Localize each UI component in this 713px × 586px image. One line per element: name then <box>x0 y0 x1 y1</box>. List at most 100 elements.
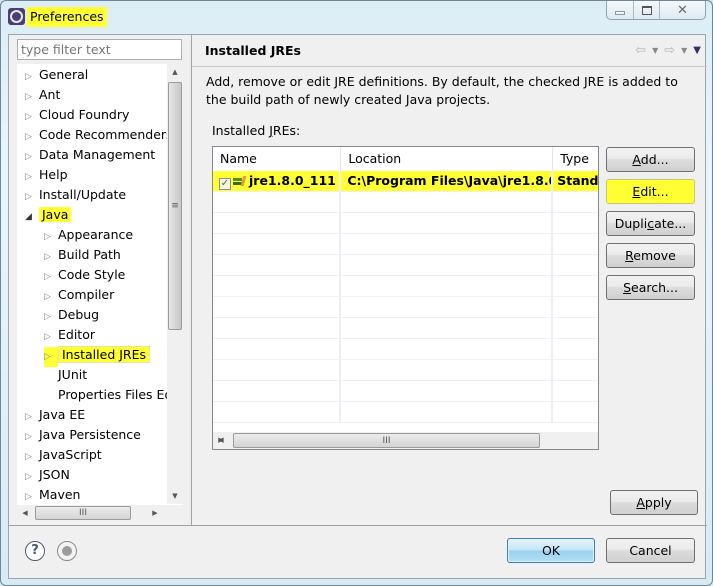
mnemonic: A <box>636 495 645 510</box>
back-dropdown-icon[interactable]: ▼ <box>652 46 658 55</box>
tree-horizontal-scrollbar[interactable]: ◀ III ▶ <box>17 505 183 522</box>
page-header: Installed JREs ⇦ ▼ ⇨ ▼ ▼ <box>192 35 707 67</box>
tree-item[interactable]: ▷ Java Persistence <box>25 425 141 445</box>
panel-divider[interactable] <box>191 35 192 525</box>
apply-button[interactable]: Apply <box>610 490 698 515</box>
edit-button[interactable]: Edit... <box>606 179 695 204</box>
ok-button[interactable]: OK <box>507 538 595 563</box>
tree-item[interactable]: ▷ Editor <box>44 325 95 345</box>
empty-cell <box>341 192 554 212</box>
forward-arrow-icon[interactable]: ⇨ <box>664 43 675 58</box>
forward-dropdown-icon[interactable]: ▼ <box>681 46 687 55</box>
tree-item[interactable]: Properties Files Ed <box>44 385 167 405</box>
expand-arrow-icon[interactable]: ▷ <box>25 147 39 167</box>
tree-item[interactable]: ▷ Ant <box>25 85 60 105</box>
expand-arrow-icon[interactable]: ▷ <box>44 327 58 347</box>
table-horizontal-scroll-thumb[interactable]: III <box>233 433 540 448</box>
tree-item[interactable]: ▷ Code Style <box>44 265 125 285</box>
collapse-arrow-icon[interactable]: ◢ <box>25 207 39 227</box>
tree-item[interactable]: ▷ Maven <box>25 485 80 504</box>
column-header-location[interactable]: Location <box>341 147 554 171</box>
tree-item[interactable]: ▷ Appearance <box>44 225 133 245</box>
tree-item[interactable]: ▷ Data Management <box>25 145 155 165</box>
empty-table-row <box>213 276 598 297</box>
tree-item[interactable]: ▷ Code Recommenders <box>25 125 167 145</box>
table-row[interactable]: ✓ jre1.8.0_111 ...C:\Program Files\Java\j… <box>213 171 598 192</box>
button-label: pply <box>644 495 672 510</box>
tree-horizontal-scroll-thumb[interactable]: III <box>35 506 131 520</box>
tree-item-label: JUnit <box>58 367 88 382</box>
tree-item[interactable]: JUnit <box>44 365 87 385</box>
maximize-button[interactable] <box>633 1 659 19</box>
empty-cell <box>553 339 598 359</box>
expand-arrow-icon[interactable]: ▷ <box>44 347 58 367</box>
default-jre-checkbox[interactable]: ✓ <box>219 178 231 190</box>
expand-arrow-icon[interactable]: ▷ <box>25 467 39 487</box>
expand-arrow-icon[interactable]: ▷ <box>25 87 39 107</box>
expand-arrow-icon[interactable]: ▷ <box>44 307 58 327</box>
table-scroll-right-arrow-icon[interactable]: ▶ <box>213 432 229 448</box>
scroll-up-arrow-icon[interactable]: ▲ <box>167 64 183 80</box>
column-header-type[interactable]: Type <box>553 147 598 171</box>
scroll-right-arrow-icon[interactable]: ▶ <box>147 505 163 521</box>
remove-button[interactable]: Remove <box>606 243 695 268</box>
expand-arrow-icon[interactable]: ▷ <box>25 127 39 147</box>
tree-item[interactable]: ▷ Build Path <box>44 245 121 265</box>
expand-arrow-icon[interactable]: ▷ <box>25 187 39 207</box>
tree-item-label: Ant <box>39 87 61 102</box>
record-macro-icon[interactable] <box>57 541 77 561</box>
empty-table-row <box>213 234 598 255</box>
search-button[interactable]: Search... <box>606 275 695 300</box>
add-button[interactable]: Add... <box>606 147 695 172</box>
help-icon[interactable]: ? <box>25 541 45 561</box>
tree-item[interactable]: ▷ JavaScript <box>25 445 102 465</box>
empty-cell <box>553 297 598 317</box>
minimize-button[interactable] <box>607 1 633 19</box>
tree-item[interactable]: ▷ Install/Update <box>25 185 126 205</box>
filter-input[interactable] <box>17 39 182 60</box>
mnemonic: S <box>623 280 631 295</box>
back-arrow-icon[interactable]: ⇦ <box>635 43 646 58</box>
scroll-down-arrow-icon[interactable]: ▼ <box>167 488 183 504</box>
tree-item[interactable]: ▷ Help <box>25 165 68 185</box>
expand-arrow-icon[interactable]: ▷ <box>44 267 58 287</box>
empty-cell <box>213 192 342 212</box>
empty-cell <box>341 234 554 254</box>
view-menu-icon[interactable]: ▼ <box>693 45 701 56</box>
empty-cell <box>341 276 554 296</box>
expand-arrow-icon[interactable]: ▷ <box>25 447 39 467</box>
expand-arrow-icon[interactable]: ▷ <box>25 407 39 427</box>
empty-cell <box>553 318 598 338</box>
tree-item[interactable]: ▷ JSON <box>25 465 70 485</box>
tree-item-label: Debug <box>58 307 100 322</box>
tree-item[interactable]: ◢ Java <box>25 205 72 227</box>
tree-item-label: Help <box>39 167 68 182</box>
preferences-window: Preferences ✕ ▷General▷Ant▷Cloud Foundry… <box>0 0 713 586</box>
tree-vertical-scroll-thumb[interactable]: ≡ <box>168 82 182 330</box>
tree-item[interactable]: ▷ Debug <box>44 305 99 325</box>
tree-item[interactable]: ▷ General <box>25 65 88 85</box>
expand-arrow-icon[interactable]: ▷ <box>25 487 39 504</box>
close-button[interactable]: ✕ <box>659 1 705 19</box>
expand-arrow-icon[interactable]: ▷ <box>25 107 39 127</box>
empty-cell <box>553 234 598 254</box>
column-header-name[interactable]: Name <box>213 147 342 171</box>
installed-jres-table: Name Location Type ✓ jre1.8.0_111 ...C:\P… <box>212 146 599 450</box>
tree-item[interactable]: ▷ Cloud Foundry <box>25 105 129 125</box>
expand-arrow-icon[interactable]: ▷ <box>25 427 39 447</box>
expand-arrow-icon[interactable]: ▷ <box>44 227 58 247</box>
expand-arrow-icon[interactable]: ▷ <box>25 167 39 187</box>
expand-arrow-icon[interactable]: ▷ <box>44 287 58 307</box>
tree-item[interactable]: ▷ Installed JREs <box>44 345 151 367</box>
tree-vertical-scrollbar[interactable]: ▲ ≡ ▼ <box>167 64 183 504</box>
tree-item[interactable]: ▷ Java EE <box>25 405 85 425</box>
scroll-left-arrow-icon[interactable]: ◀ <box>17 505 33 521</box>
expand-arrow-icon[interactable]: ▷ <box>44 247 58 267</box>
cancel-button[interactable]: Cancel <box>606 538 695 563</box>
duplicate-button[interactable]: Duplicate... <box>606 211 695 236</box>
expand-arrow-icon[interactable]: ▷ <box>25 67 39 87</box>
tree-item[interactable]: ▷ Compiler <box>44 285 114 305</box>
table-horizontal-scrollbar[interactable]: ◀ III ▶ <box>213 432 598 449</box>
tree-item-label: Code Style <box>58 267 126 282</box>
button-label: dd... <box>640 152 669 167</box>
